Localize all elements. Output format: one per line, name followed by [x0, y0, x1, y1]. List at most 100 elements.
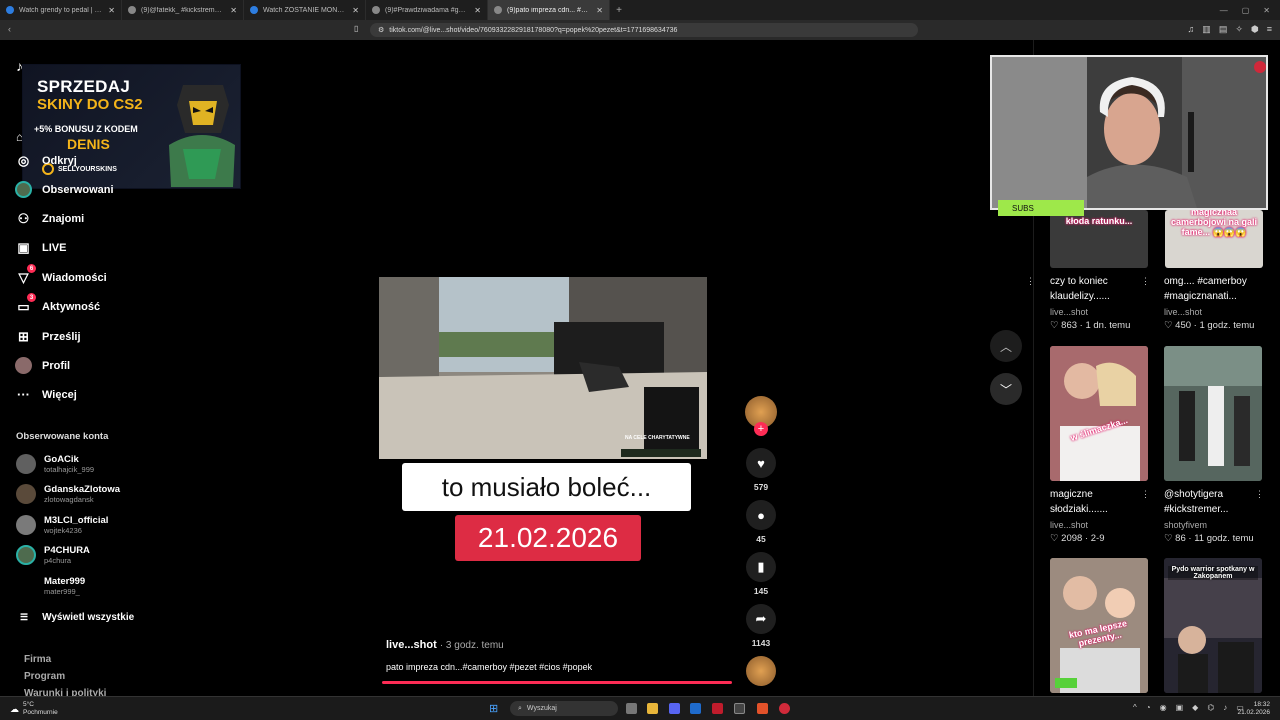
- clock[interactable]: 18:32 21.02.2026: [1237, 701, 1270, 717]
- footer-link[interactable]: Firma: [24, 654, 51, 665]
- windows-start-icon[interactable]: ⊞: [489, 702, 498, 715]
- browser-tab[interactable]: Watch grendy to pedal | Streamable✕: [0, 0, 122, 20]
- creator-avatar-button[interactable]: +: [744, 396, 778, 436]
- more-options-icon[interactable]: ⋮: [1141, 276, 1150, 287]
- browser-tab[interactable]: (9)#Prawdziwadama #golha #Daniel...✕: [366, 0, 488, 20]
- extensions-icon[interactable]: ✧: [1235, 24, 1243, 35]
- terminal-icon[interactable]: [734, 703, 745, 714]
- avatar-icon: [15, 181, 32, 198]
- followed-account[interactable]: GdanskaZlotowa zlotowagdansk: [16, 484, 120, 504]
- video-thumbnail[interactable]: Pydo warrior spotkany w Zakopanem: [1164, 558, 1262, 693]
- bookmark-icon[interactable]: ▯: [354, 24, 358, 33]
- followed-account[interactable]: GoACik totalhajcik_999: [16, 454, 94, 474]
- sound-disc-button[interactable]: [744, 656, 778, 686]
- menu-icon[interactable]: ≡: [1267, 24, 1272, 35]
- video-title[interactable]: @shotytigera #kickstremer...: [1164, 487, 1260, 517]
- tray-app-icon[interactable]: ◉: [1160, 703, 1167, 712]
- close-tab-icon[interactable]: ✕: [352, 6, 359, 15]
- nav-item-wiecej[interactable]: ··· Więcej: [15, 386, 77, 403]
- compass-icon: ◎: [17, 152, 30, 168]
- nav-item-przeslij[interactable]: ⊞ Prześlij: [15, 328, 80, 345]
- browser-tab[interactable]: (9)@fatekk_ #kickstremer #kick #gta...✕: [122, 0, 244, 20]
- url-text: tiktok.com/@live...shot/video/7609332282…: [389, 26, 678, 34]
- close-tab-icon[interactable]: ✕: [596, 6, 603, 15]
- followed-account[interactable]: Mater999 mater999_: [16, 576, 85, 596]
- video-stats: ♡ 450 · 1 godz. temu: [1164, 320, 1255, 331]
- maximize-icon[interactable]: ▢: [1242, 6, 1250, 15]
- nav-item-znajomi[interactable]: ⚇ Znajomi: [15, 210, 85, 227]
- nav-item-profil[interactable]: Profil: [15, 357, 70, 374]
- tray-app-icon[interactable]: ◆: [1192, 703, 1198, 712]
- app-icon[interactable]: [712, 703, 723, 714]
- back-arrow-icon[interactable]: ‹: [8, 24, 11, 34]
- music-icon[interactable]: ♫: [1188, 24, 1195, 35]
- save-button[interactable]: ▮ 145: [744, 552, 778, 596]
- close-tab-icon[interactable]: ✕: [230, 6, 237, 15]
- ad-banner[interactable]: SPRZEDAJ SKINY DO CS2 +5% BONUSU Z KODEM…: [22, 64, 241, 189]
- video-title[interactable]: magiczne słodziaki.......: [1050, 487, 1146, 517]
- tray-app-icon[interactable]: ◔: [1146, 703, 1151, 712]
- video-title[interactable]: omg.... #camerboy #magicznanati...: [1164, 274, 1260, 304]
- scroll-up-button[interactable]: ︿: [990, 330, 1022, 362]
- followed-account[interactable]: P4CHURA p4chura: [16, 545, 90, 565]
- video-author[interactable]: live...shot · 3 godz. temu: [386, 639, 504, 651]
- browser-tab[interactable]: Watch ZOSTANIE MONTAZYSTA NIE...✕: [244, 0, 366, 20]
- discord-icon[interactable]: [669, 703, 680, 714]
- see-all-button[interactable]: ☰ Wyświetl wszystkie: [20, 612, 134, 623]
- scroll-down-button[interactable]: ﹀: [990, 373, 1022, 405]
- video-author[interactable]: live...shot: [1050, 307, 1088, 317]
- video-thumbnail[interactable]: kłoda ratunku...: [1050, 210, 1148, 268]
- browser-tab-active[interactable]: (9)pato impreza cdn... #camerbo...✕: [488, 0, 610, 20]
- shield-icon[interactable]: ⬢: [1251, 24, 1259, 35]
- video-thumbnail[interactable]: kto ma lepsze prezenty...: [1050, 558, 1148, 693]
- new-tab-button[interactable]: +: [610, 5, 628, 16]
- close-window-icon[interactable]: ✕: [1263, 6, 1270, 15]
- chevron-up-icon[interactable]: ^: [1133, 703, 1137, 712]
- tray-app-icon[interactable]: ▣: [1176, 703, 1184, 712]
- ad-code: DENIS: [67, 136, 110, 152]
- close-tab-icon[interactable]: ✕: [108, 6, 115, 15]
- video-author[interactable]: live...shot: [1164, 307, 1202, 317]
- like-button[interactable]: ♥ 579: [744, 448, 778, 492]
- more-options-icon[interactable]: ⋮: [1026, 276, 1035, 287]
- video-player[interactable]: NA CELE CHARYTATYWNE: [379, 277, 707, 459]
- weather-widget[interactable]: ☁ 5°C Pochmurnie: [10, 701, 58, 717]
- task-view-icon[interactable]: [626, 703, 637, 714]
- obs-icon[interactable]: [779, 703, 790, 714]
- site-info-icon[interactable]: ⚙: [378, 26, 384, 34]
- brave-icon[interactable]: [757, 703, 768, 714]
- nav-item-odkryj[interactable]: ◎ Odkryj: [15, 152, 77, 169]
- network-icon[interactable]: ⌬: [1207, 703, 1214, 712]
- video-author[interactable]: live...shot: [1050, 520, 1088, 530]
- url-field[interactable]: ⚙ tiktok.com/@live...shot/video/76093322…: [370, 23, 918, 37]
- footer-link[interactable]: Program: [24, 671, 65, 682]
- avatar: [16, 454, 36, 474]
- followed-account[interactable]: M3LCI_official wojtek4236: [16, 515, 108, 535]
- follow-plus-icon[interactable]: +: [754, 422, 768, 436]
- video-author[interactable]: shotyfivem: [1164, 520, 1207, 530]
- video-thumbnail[interactable]: w ślimaczka...: [1050, 346, 1148, 481]
- nav-item-obserwowani[interactable]: Obserwowani: [15, 181, 114, 198]
- wallet-icon[interactable]: ▤: [1219, 24, 1228, 35]
- video-progress-bar[interactable]: [382, 681, 733, 684]
- taskbar-search[interactable]: ⌕ Wyszukaj: [510, 701, 618, 716]
- nav-item-wiadomosci[interactable]: ▽ 6 Wiadomości: [15, 264, 107, 286]
- steam-icon[interactable]: [690, 703, 701, 714]
- video-title[interactable]: czy to koniec klaudelizy......: [1050, 274, 1146, 304]
- sidebar-icon[interactable]: ▥: [1202, 24, 1211, 35]
- more-options-icon[interactable]: ⋮: [1255, 489, 1264, 500]
- nav-item-live[interactable]: ▣ LIVE: [15, 239, 66, 256]
- file-explorer-icon[interactable]: [647, 703, 658, 714]
- nav-item-aktywnosc[interactable]: ▭ 3 Aktywność: [15, 293, 100, 315]
- system-tray: ^ ◔ ◉ ▣ ◆ ⌬ ♪ ▭: [1133, 703, 1244, 712]
- close-tab-icon[interactable]: ✕: [474, 6, 481, 15]
- video-thumbnail[interactable]: magicznaa camerbojowi na gali fame... 😱😱…: [1165, 210, 1263, 268]
- minimize-icon[interactable]: —: [1220, 6, 1228, 15]
- share-button[interactable]: ➦ 1143: [744, 604, 778, 648]
- more-options-icon[interactable]: ⋮: [1141, 489, 1150, 500]
- upload-icon: ⊞: [18, 328, 29, 344]
- footer-link[interactable]: Warunki i polityki: [24, 688, 106, 696]
- comment-button[interactable]: ● 45: [744, 500, 778, 544]
- volume-icon[interactable]: ♪: [1223, 703, 1227, 712]
- video-thumbnail[interactable]: [1164, 346, 1262, 481]
